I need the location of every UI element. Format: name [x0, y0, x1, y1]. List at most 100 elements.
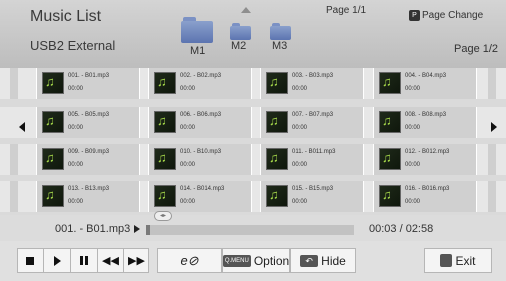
track-tile[interactable]: ♫ 005. - B05.mp3 00:00 — [36, 107, 140, 138]
music-note-icon: ♫ — [379, 185, 401, 207]
track-tile[interactable]: ♫ 007. - B07.mp3 00:00 — [260, 107, 364, 138]
music-note-icon: ♫ — [154, 111, 176, 133]
option-label: Option — [253, 253, 290, 268]
folder-icon[interactable] — [230, 23, 251, 40]
grid-edge-left — [10, 68, 18, 99]
track-tile[interactable]: ♫ 013. - B13.mp3 00:00 — [36, 181, 140, 212]
track-tile[interactable]: ♫ 006. - B06.mp3 00:00 — [148, 107, 252, 138]
music-note-icon: ♫ — [42, 148, 64, 170]
now-playing-title: 001. - B01.mp3 — [55, 223, 131, 235]
grid-edge-left — [10, 181, 18, 212]
track-duration: 00:00 — [405, 199, 421, 205]
music-note-icon: ♫ — [42, 111, 64, 133]
track-duration: 00:00 — [68, 86, 84, 92]
prev-page-arrow-icon[interactable] — [19, 122, 25, 132]
grid-edge-right — [488, 181, 496, 212]
folder-icon[interactable] — [270, 23, 291, 40]
hide-label: Hide — [321, 253, 346, 268]
music-note-icon: ♫ — [154, 148, 176, 170]
music-note-icon: ♫ — [42, 72, 64, 94]
pause-icon — [80, 256, 88, 265]
return-key-icon: ↶ — [300, 254, 319, 267]
track-name: 005. - B05.mp3 — [68, 112, 110, 118]
page-info: Page 1/1 — [326, 5, 367, 16]
music-note-icon: ♫ — [266, 148, 288, 170]
folder-label: M2 — [231, 40, 247, 52]
pause-button[interactable] — [71, 248, 97, 273]
track-duration: 00:00 — [68, 125, 84, 131]
track-tile[interactable]: ♫ 003. - B03.mp3 00:00 — [260, 68, 364, 99]
fast-forward-button[interactable]: ▶▶ — [124, 248, 149, 273]
page-change-hint: P Page Change — [409, 10, 483, 21]
track-name: 013. - B13.mp3 — [68, 186, 110, 192]
track-tile[interactable]: ♫ 004. - B04.mp3 00:00 — [373, 68, 477, 99]
progress-fill — [146, 225, 150, 235]
track-tile[interactable]: ♫ 001. - B01.mp3 00:00 — [36, 68, 140, 99]
music-note-icon: ♫ — [266, 185, 288, 207]
track-tile[interactable]: ♫ 014. - B014.mp3 00:00 — [148, 181, 252, 212]
sub-page-info: Page 1/2 — [454, 43, 499, 55]
track-name: 002. - B02.mp3 — [180, 73, 222, 79]
music-note-icon: ♫ — [266, 72, 288, 94]
stop-button[interactable] — [17, 248, 43, 273]
track-duration: 00:00 — [68, 199, 84, 205]
track-tile[interactable]: ♫ 016. - B016.mp3 00:00 — [373, 181, 477, 212]
track-tile[interactable]: ♫ 011. - B011.mp3 00:00 — [260, 144, 364, 175]
seek-handle[interactable]: ◂▸ — [154, 211, 172, 221]
track-duration: 00:00 — [68, 162, 84, 168]
music-note-icon: ♫ — [379, 111, 401, 133]
p-key-icon: P — [409, 10, 420, 21]
track-grid: ♫ 001. - B01.mp3 00:00 ♫ 002. - B02.mp3 00:00… — [0, 68, 506, 215]
track-tile[interactable]: ♫ 002. - B02.mp3 00:00 — [148, 68, 252, 99]
track-tile[interactable]: ♫ 010. - B10.mp3 00:00 — [148, 144, 252, 175]
exit-icon — [440, 254, 453, 267]
track-name: 006. - B06.mp3 — [180, 112, 222, 118]
playback-time: 00:03 / 02:58 — [369, 223, 434, 235]
track-name: 004. - B04.mp3 — [405, 73, 447, 79]
music-note-icon: ♫ — [154, 72, 176, 94]
music-note-icon: ♫ — [154, 185, 176, 207]
track-duration: 00:00 — [292, 86, 308, 92]
exit-button[interactable]: Exit — [424, 248, 492, 273]
grid-edge-right — [488, 144, 496, 175]
track-name: 003. - B03.mp3 — [292, 73, 334, 79]
grid-edge-left — [10, 144, 18, 175]
grid-edge-right — [488, 68, 496, 99]
rewind-button[interactable]: ◀◀ — [98, 248, 123, 273]
next-page-arrow-icon[interactable] — [491, 122, 497, 132]
track-duration: 00:00 — [180, 162, 196, 168]
track-tile[interactable]: ♫ 015. - B15.mp3 00:00 — [260, 181, 364, 212]
track-name: 015. - B15.mp3 — [292, 186, 334, 192]
stop-icon — [26, 256, 34, 265]
header-bar: Music List USB2 External M1 M2 M3 Page 1… — [0, 0, 506, 68]
track-name: 001. - B01.mp3 — [68, 73, 110, 79]
folder-icon[interactable] — [181, 17, 213, 43]
track-duration: 00:00 — [292, 125, 308, 131]
option-button[interactable]: Q.MENU Option — [222, 248, 290, 273]
track-tile[interactable]: ♫ 008. - B08.mp3 00:00 — [373, 107, 477, 138]
qmenu-key-icon: Q.MENU — [222, 254, 251, 267]
progress-bar[interactable] — [146, 225, 354, 235]
track-duration: 00:00 — [405, 162, 421, 168]
track-duration: 00:00 — [180, 199, 196, 205]
track-name: 008. - B08.mp3 — [405, 112, 447, 118]
hide-button[interactable]: ↶ Hide — [290, 248, 356, 273]
music-note-icon: ♫ — [266, 111, 288, 133]
energy-saving-button[interactable]: e⊘ — [157, 248, 222, 273]
track-name: 009. - B09.mp3 — [68, 149, 110, 155]
play-button[interactable] — [44, 248, 70, 273]
music-note-icon: ♫ — [42, 185, 64, 207]
up-arrow-icon[interactable] — [241, 7, 251, 13]
track-name: 016. - B016.mp3 — [405, 186, 450, 192]
music-note-icon: ♫ — [379, 148, 401, 170]
track-duration: 00:00 — [405, 86, 421, 92]
track-duration: 00:00 — [292, 199, 308, 205]
page-change-label: Page Change — [422, 10, 484, 21]
track-name: 010. - B10.mp3 — [180, 149, 222, 155]
track-duration: 00:00 — [405, 125, 421, 131]
folder-label: M1 — [190, 45, 206, 57]
page-title: Music List — [30, 8, 102, 25]
track-tile[interactable]: ♫ 009. - B09.mp3 00:00 — [36, 144, 140, 175]
device-name: USB2 External — [30, 38, 116, 53]
track-tile[interactable]: ♫ 012. - B012.mp3 00:00 — [373, 144, 477, 175]
